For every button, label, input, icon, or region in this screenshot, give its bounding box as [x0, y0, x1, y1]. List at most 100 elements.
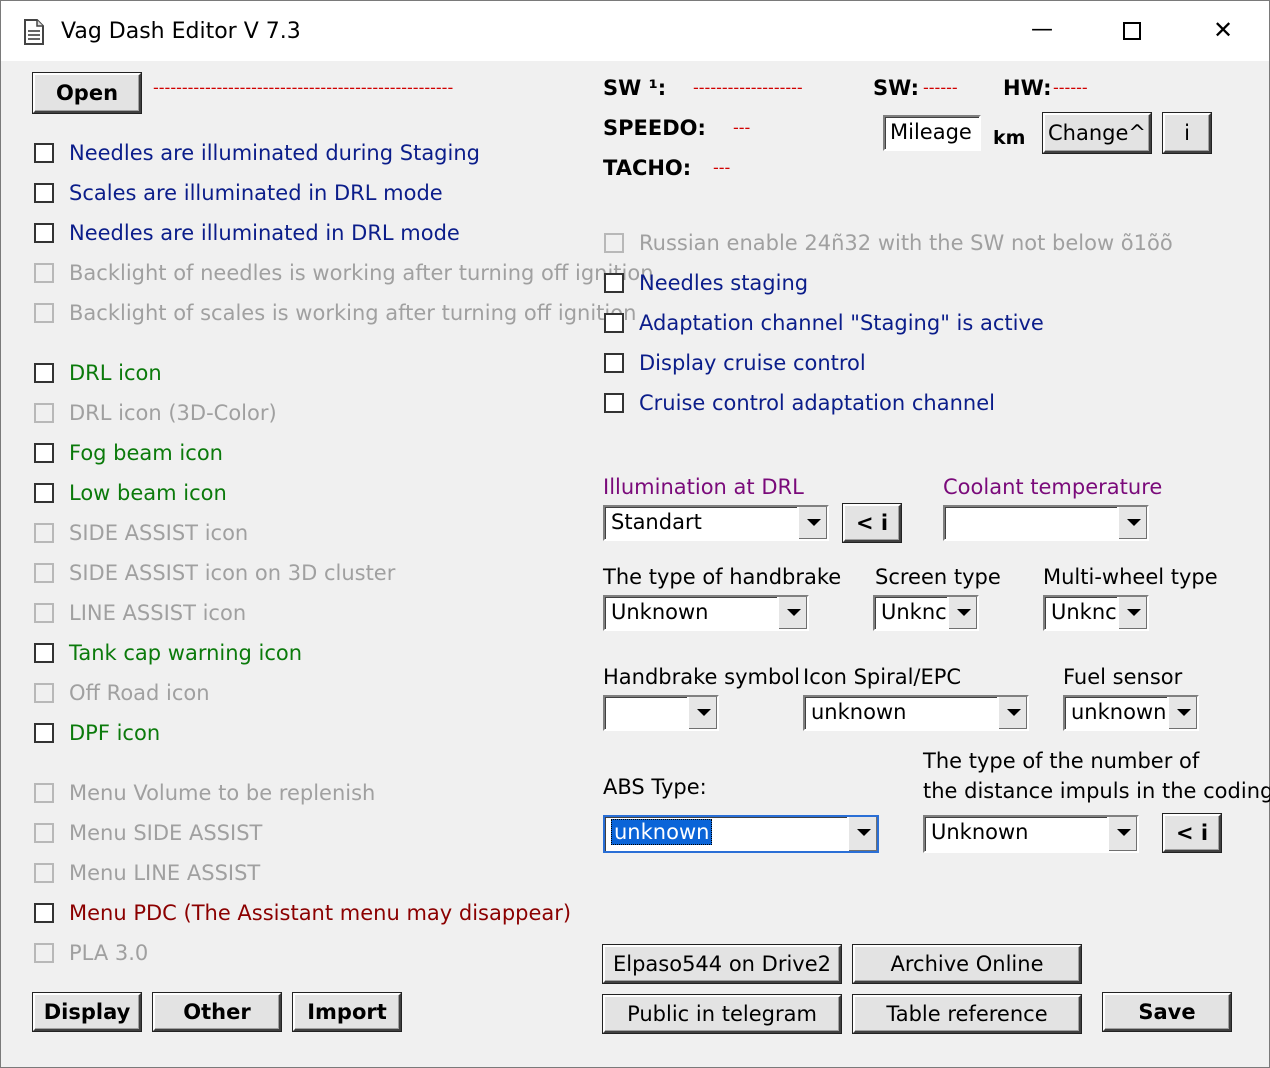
- other-button[interactable]: Other: [153, 993, 281, 1031]
- file-path-placeholder: ----------------------------------------…: [153, 78, 454, 97]
- checkbox[interactable]: [34, 143, 54, 163]
- left-option-check-label: Backlight of needles is working after tu…: [69, 261, 654, 285]
- spiral-epc-select[interactable]: unknown: [803, 695, 1029, 731]
- checkbox[interactable]: [34, 903, 54, 923]
- handbrake-type-value: Unknown: [611, 600, 709, 624]
- display-button[interactable]: Display: [33, 993, 141, 1031]
- right-option-check-label: Cruise control adaptation channel: [639, 391, 995, 415]
- right-option-check-label: Russian enable 24ñ32 with the SW not bel…: [639, 231, 1173, 255]
- tacho-label: TACHO:: [603, 156, 692, 180]
- left-option-check-label: Needles are illuminated during Staging: [69, 141, 480, 165]
- checkbox[interactable]: [604, 353, 624, 373]
- checkbox: [34, 263, 54, 283]
- checkbox[interactable]: [34, 443, 54, 463]
- checkbox: [34, 303, 54, 323]
- left-option-check-label: Off Road icon: [69, 681, 210, 705]
- checkbox[interactable]: [34, 483, 54, 503]
- coolant-select[interactable]: [943, 505, 1149, 541]
- checkbox[interactable]: [34, 723, 54, 743]
- table-reference-button[interactable]: Table reference: [853, 995, 1081, 1033]
- checkbox: [34, 683, 54, 703]
- chevron-down-icon[interactable]: [997, 697, 1027, 729]
- right-option-check-label: Needles staging: [639, 271, 809, 295]
- checkbox[interactable]: [604, 273, 624, 293]
- checkbox[interactable]: [34, 183, 54, 203]
- left-option-check-label: PLA 3.0: [69, 941, 149, 965]
- fuel-sensor-select[interactable]: unknown: [1063, 695, 1199, 731]
- sw-label: SW:: [873, 76, 920, 100]
- checkbox: [604, 233, 624, 253]
- chevron-down-icon[interactable]: [777, 597, 807, 629]
- archive-online-button[interactable]: Archive Online: [853, 945, 1081, 983]
- checkbox[interactable]: [34, 363, 54, 383]
- chevron-down-icon[interactable]: [1167, 697, 1197, 729]
- mileage-info-button[interactable]: i: [1163, 113, 1211, 153]
- left-option-check-label: Low beam icon: [69, 481, 227, 505]
- telegram-button[interactable]: Public in telegram: [603, 995, 841, 1033]
- checkbox: [34, 863, 54, 883]
- checkbox: [34, 563, 54, 583]
- left-option-check-label: SIDE ASSIST icon: [69, 521, 249, 545]
- impuls-info-button[interactable]: < i: [1163, 814, 1221, 852]
- impuls-label-line1: The type of the number of: [923, 749, 1200, 773]
- handbrake-type-label: The type of handbrake: [603, 565, 842, 589]
- checkbox[interactable]: [34, 223, 54, 243]
- chevron-down-icon[interactable]: [1117, 507, 1147, 539]
- left-option-check-label: DRL icon (3D-Color): [69, 401, 277, 425]
- change-button[interactable]: Change^: [1043, 113, 1151, 153]
- minimize-button[interactable]: —: [1031, 17, 1053, 43]
- screen-type-value: Unknc: [881, 600, 947, 624]
- window-title: Vag Dash Editor V 7.3: [61, 19, 301, 44]
- illumination-select[interactable]: Standart: [603, 505, 829, 541]
- maximize-button[interactable]: [1123, 22, 1141, 40]
- sw1-value: -------------------: [693, 78, 803, 97]
- impuls-value: Unknown: [931, 820, 1029, 844]
- screen-type-select[interactable]: Unknc: [873, 595, 979, 631]
- handbrake-symbol-select[interactable]: [603, 695, 719, 731]
- speedo-label: SPEEDO:: [603, 116, 706, 140]
- save-button[interactable]: Save: [1103, 993, 1231, 1031]
- left-option-check-label: Needles are illuminated in DRL mode: [69, 221, 460, 245]
- main-window: Vag Dash Editor V 7.3 — ✕ Open ---------…: [0, 0, 1270, 1068]
- document-icon: [24, 19, 44, 45]
- spiral-epc-value: unknown: [811, 700, 907, 724]
- chevron-down-icon[interactable]: [847, 817, 877, 851]
- illumination-info-button[interactable]: < i: [843, 504, 901, 542]
- handbrake-symbol-label: Handbrake symbol: [603, 665, 800, 689]
- chevron-down-icon[interactable]: [797, 507, 827, 539]
- chevron-down-icon[interactable]: [687, 697, 717, 729]
- import-button[interactable]: Import: [293, 993, 401, 1031]
- abs-type-select[interactable]: unknown: [603, 815, 879, 853]
- left-option-check-label: SIDE ASSIST icon on 3D cluster: [69, 561, 396, 585]
- hw-value: ------: [1053, 78, 1088, 97]
- illumination-label: Illumination at DRL: [603, 475, 804, 499]
- chevron-down-icon[interactable]: [1107, 817, 1137, 851]
- right-option-check-label: Display cruise control: [639, 351, 866, 375]
- left-option-check-label: Menu PDC (The Assistant menu may disappe…: [69, 901, 572, 925]
- left-option-check-label: LINE ASSIST icon: [69, 601, 247, 625]
- multiwheel-select[interactable]: Unknc: [1043, 595, 1149, 631]
- left-option-check-label: DPF icon: [69, 721, 161, 745]
- chevron-down-icon[interactable]: [1117, 597, 1147, 629]
- close-button[interactable]: ✕: [1213, 17, 1233, 43]
- mileage-input[interactable]: Mileage: [883, 115, 981, 151]
- checkbox: [34, 523, 54, 543]
- drive2-button[interactable]: Elpaso544 on Drive2: [603, 945, 841, 983]
- tacho-value: ---: [713, 158, 731, 177]
- checkbox: [34, 783, 54, 803]
- sw-value: ------: [923, 78, 958, 97]
- open-button[interactable]: Open: [33, 73, 141, 113]
- chevron-down-icon[interactable]: [947, 597, 977, 629]
- checkbox[interactable]: [604, 313, 624, 333]
- checkbox[interactable]: [34, 643, 54, 663]
- checkbox: [34, 403, 54, 423]
- left-option-check-label: DRL icon: [69, 361, 162, 385]
- right-option-check-label: Adaptation channel "Staging" is active: [639, 311, 1044, 335]
- left-option-check-label: Menu SIDE ASSIST: [69, 821, 263, 845]
- handbrake-type-select[interactable]: Unknown: [603, 595, 809, 631]
- illumination-value: Standart: [611, 510, 702, 534]
- impuls-label-line2: the distance impuls in the coding: [923, 779, 1270, 803]
- checkbox[interactable]: [604, 393, 624, 413]
- screen-type-label: Screen type: [875, 565, 1001, 589]
- impuls-select[interactable]: Unknown: [923, 815, 1139, 853]
